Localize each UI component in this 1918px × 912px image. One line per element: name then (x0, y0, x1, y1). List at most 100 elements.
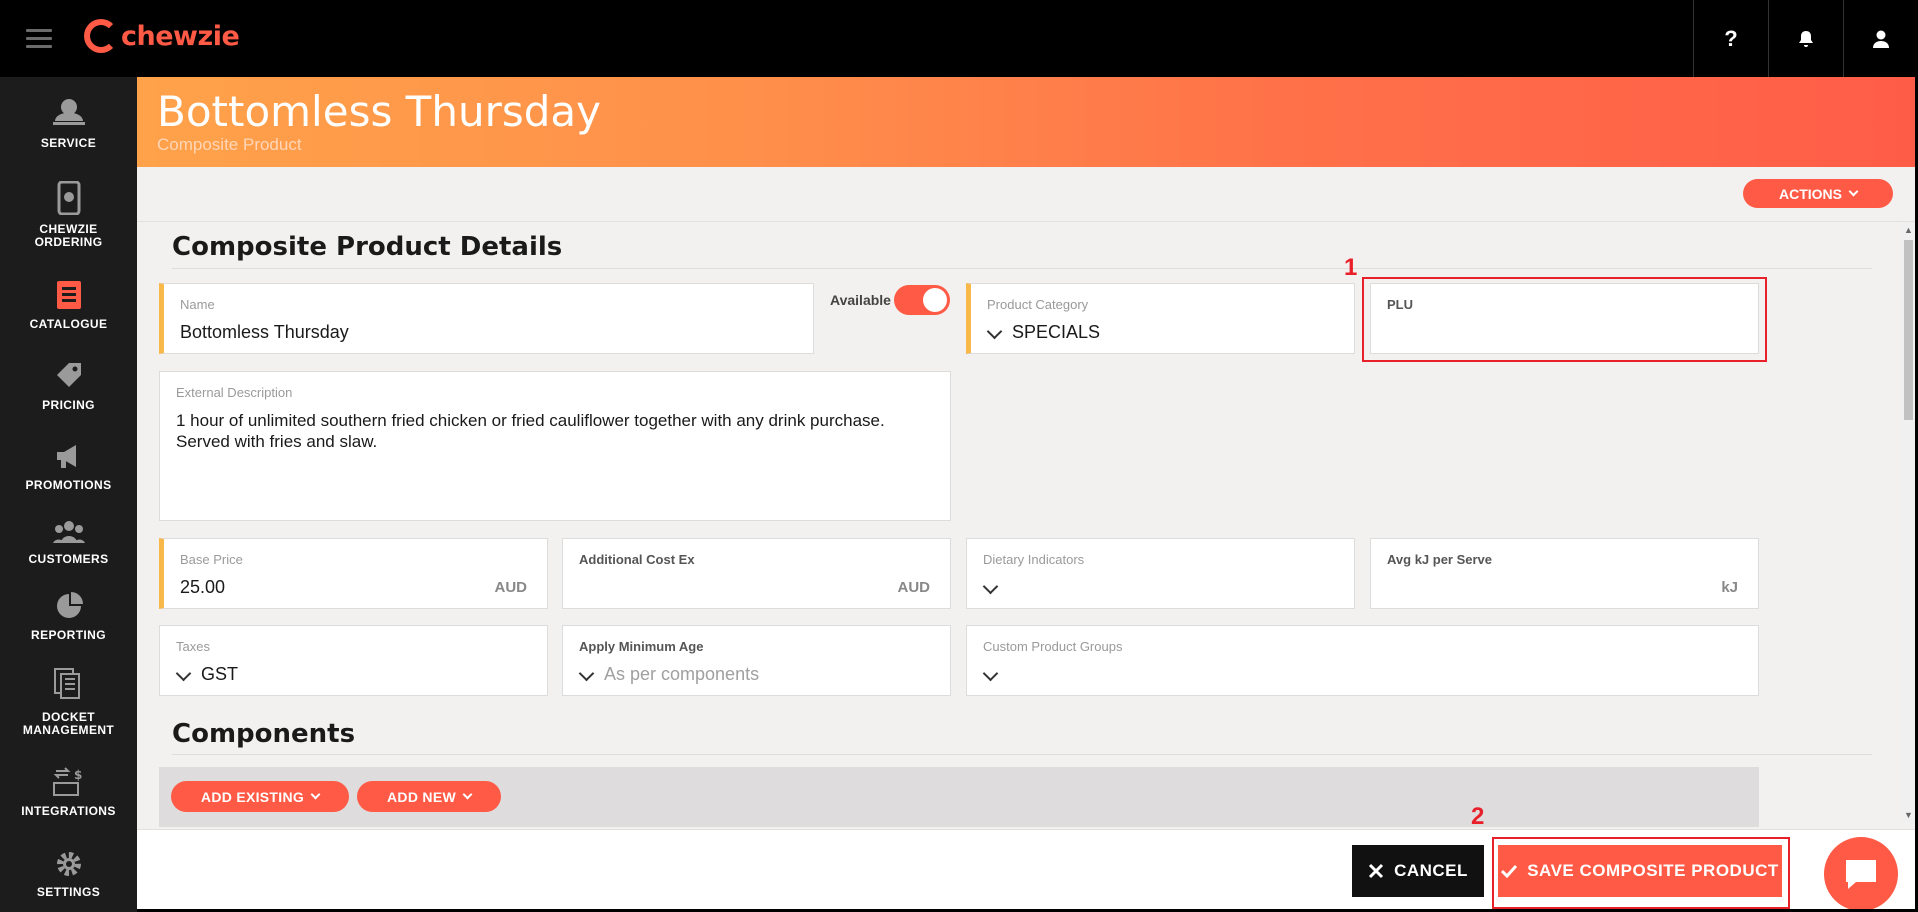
annotation-number-1: 1 (1344, 254, 1358, 281)
sidebar-item-customers[interactable]: CUSTOMERS (0, 519, 137, 566)
sidebar-item-label: INTEGRATIONS (21, 804, 116, 818)
custom-product-groups-value (982, 664, 1008, 685)
sidebar-item-pricing[interactable]: PRICING (0, 359, 137, 412)
page-subtitle: Composite Product (157, 135, 302, 154)
megaphone-icon (56, 445, 76, 468)
notifications-button[interactable] (1768, 0, 1843, 77)
additional-cost-label: Additional Cost Ex (579, 552, 695, 567)
logo-text: chewzie (121, 20, 240, 52)
base-price-value: 25.00 (180, 577, 226, 597)
chevron-down-icon (986, 323, 1003, 340)
sidebar-item-label: SERVICE (40, 136, 97, 150)
dietary-indicators-select[interactable]: Dietary Indicators (966, 538, 1355, 609)
add-new-button[interactable]: ADD NEW (357, 781, 501, 812)
scrollbar-thumb[interactable] (1904, 240, 1913, 420)
close-icon (1369, 863, 1384, 879)
chat-button[interactable] (1824, 837, 1898, 909)
base-price-unit: AUD (494, 579, 528, 596)
sidebar-item-integrations[interactable]: $ INTEGRATIONS (0, 765, 137, 818)
page-title: Bottomless Thursday (157, 87, 601, 136)
chevron-down-icon (1848, 186, 1859, 197)
additional-cost-unit: AUD (897, 579, 931, 596)
bell-icon (1799, 30, 1813, 47)
sidebar-item-label: CHEWZIE ORDERING (34, 222, 103, 249)
hamburger-menu-icon[interactable] (26, 29, 52, 49)
dietary-indicators-value (982, 577, 1008, 598)
sidebar-item-label: CUSTOMERS (28, 552, 109, 566)
product-category-select[interactable]: Product Category SPECIALS (966, 283, 1355, 354)
chevron-down-icon (462, 789, 473, 800)
base-price-label: Base Price (180, 552, 243, 567)
sidebar-item-service[interactable]: SERVICE (0, 95, 137, 150)
dietary-indicators-label: Dietary Indicators (983, 552, 1085, 567)
custom-product-groups-label: Custom Product Groups (983, 639, 1123, 654)
sidebar-item-chewzie-ordering[interactable]: CHEWZIE ORDERING (0, 181, 137, 249)
sidebar-item-reporting[interactable]: REPORTING (0, 591, 137, 642)
sidebar-item-label: PRICING (42, 398, 95, 412)
avg-kj-field[interactable]: Avg kJ per Serve kJ (1370, 538, 1759, 609)
chevron-down-icon (982, 665, 999, 682)
external-description-field[interactable]: External Description 1 hour of unlimited… (159, 371, 951, 521)
annotation-number-2: 2 (1471, 803, 1485, 830)
price-tag-icon (56, 363, 81, 387)
additional-cost-field[interactable]: Additional Cost Ex AUD (562, 538, 951, 609)
user-button[interactable] (1843, 0, 1918, 77)
app-window: chewzie ? SERVICE CHEWZIE ORDERING CATALO… (0, 0, 1918, 912)
chat-icon (1846, 860, 1876, 889)
product-category-label: Product Category (987, 297, 1089, 312)
integrations-icon: $ (52, 767, 83, 796)
top-icon-group: ? (1693, 0, 1918, 77)
avg-kj-label: Avg kJ per Serve (1387, 552, 1493, 567)
base-price-field[interactable]: Base Price 25.00 AUD (159, 538, 548, 609)
sidebar-item-label: PROMOTIONS (25, 478, 112, 492)
actions-dropdown-button[interactable]: ACTIONS (1743, 179, 1893, 208)
external-description-label: External Description (176, 385, 293, 400)
cancel-label: CANCEL (1394, 861, 1468, 880)
vertical-scrollbar[interactable]: ▲ ▼ (1901, 222, 1915, 822)
minimum-age-placeholder: As per components (578, 664, 759, 685)
main-content: Bottomless Thursday Composite Product AC… (137, 77, 1915, 909)
gear-icon (56, 852, 81, 876)
sidebar-item-label: DOCKET MANAGEMENT (22, 710, 115, 737)
chevron-down-icon (578, 665, 595, 682)
scroll-down-icon[interactable]: ▼ (1904, 810, 1913, 820)
svg-text:$: $ (74, 768, 83, 782)
user-icon (1873, 30, 1889, 48)
name-value: Bottomless Thursday (180, 322, 349, 342)
toggle-knob (923, 288, 947, 312)
logo-mark (84, 19, 118, 53)
minimum-age-label: Apply Minimum Age (579, 639, 704, 654)
top-bar: chewzie ? (0, 0, 1918, 77)
minimum-age-select[interactable]: Apply Minimum Age As per components (562, 625, 951, 696)
sidebar-item-promotions[interactable]: PROMOTIONS (0, 441, 137, 492)
scroll-up-icon[interactable]: ▲ (1904, 225, 1913, 235)
sidebar-item-docket-management[interactable]: DOCKET MANAGEMENT (0, 667, 137, 737)
divider (172, 754, 1872, 755)
chevron-down-icon (982, 578, 999, 595)
chewzie-logo[interactable]: chewzie (84, 14, 240, 58)
avg-kj-unit: kJ (1721, 579, 1738, 596)
available-label: Available (830, 292, 891, 308)
annotation-box-save (1492, 837, 1790, 909)
components-toolbar: ADD EXISTING ADD NEW (159, 767, 1759, 827)
taxes-label: Taxes (176, 639, 210, 654)
available-toggle[interactable] (894, 285, 950, 315)
taxes-value: GST (175, 664, 238, 685)
catalogue-icon (56, 281, 81, 309)
dockets-icon (53, 668, 80, 699)
actions-bar: ACTIONS (137, 167, 1915, 222)
sidebar-item-label: REPORTING (31, 628, 106, 642)
help-button[interactable]: ? (1693, 0, 1768, 77)
page-header: Bottomless Thursday Composite Product (137, 77, 1915, 167)
sidebar-item-settings[interactable]: SETTINGS (0, 850, 137, 899)
name-field[interactable]: Name Bottomless Thursday (159, 283, 814, 354)
divider (172, 268, 1872, 269)
chevron-down-icon (310, 789, 321, 800)
cancel-button[interactable]: CANCEL (1352, 845, 1484, 897)
product-category-value: SPECIALS (986, 322, 1100, 343)
external-description-value: 1 hour of unlimited southern fried chick… (176, 411, 885, 451)
add-existing-button[interactable]: ADD EXISTING (171, 781, 349, 812)
sidebar-item-catalogue[interactable]: CATALOGUE (0, 280, 137, 331)
taxes-select[interactable]: Taxes GST (159, 625, 548, 696)
custom-product-groups-select[interactable]: Custom Product Groups (966, 625, 1759, 696)
